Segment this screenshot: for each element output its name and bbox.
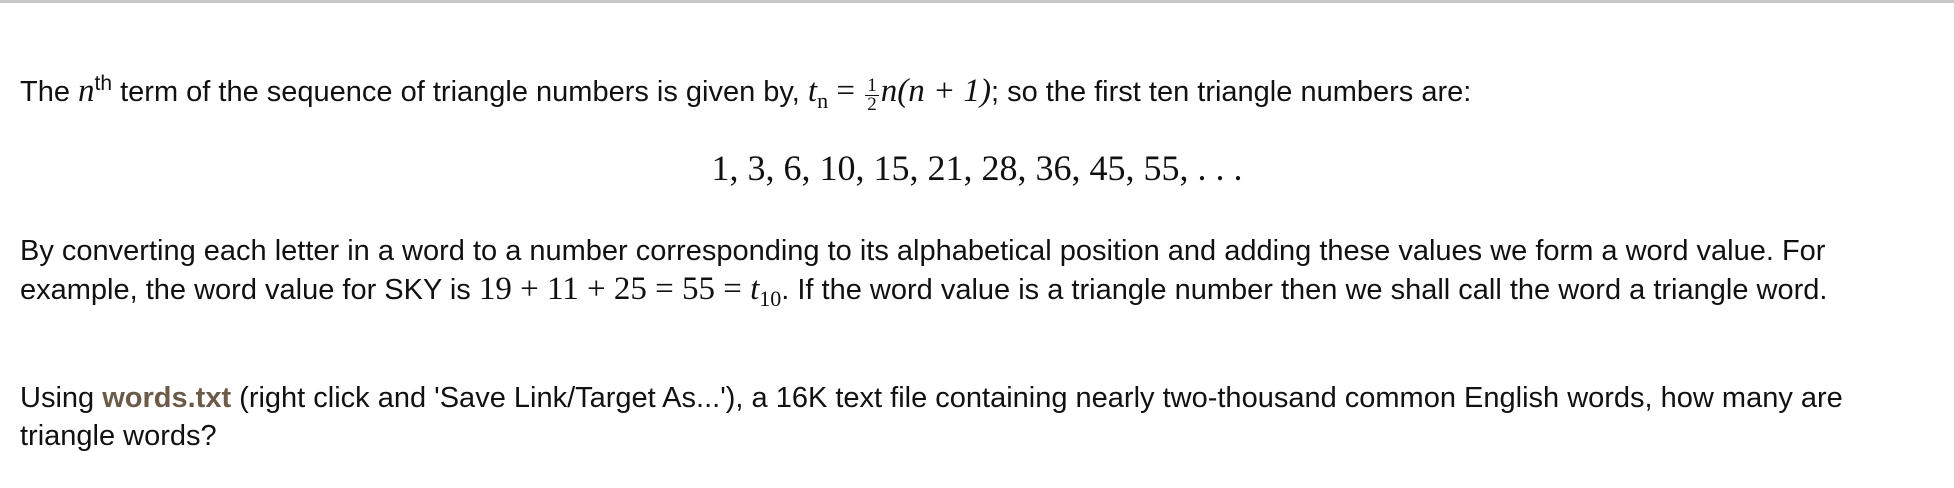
math-sky-sum: 19 + 11 + 25 = 55 =	[478, 271, 751, 307]
math-n: n	[78, 73, 95, 109]
math-subscript-n: n	[817, 88, 829, 113]
word-value-text-end: . If the word value is a triangle number…	[781, 274, 1828, 306]
math-t10: t	[750, 271, 760, 307]
math-formula: n(n + 1)	[880, 73, 991, 109]
question-text: (right click and 'Save Link/Target As...…	[20, 382, 1843, 452]
question-paragraph: Using words.txt (right click and 'Save L…	[20, 379, 1920, 455]
triangle-number-sequence: 1, 3, 6, 10, 15, 21, 28, 36, 45, 55, . .…	[711, 148, 1243, 188]
words-txt-link[interactable]: words.txt	[102, 382, 231, 414]
intro-paragraph: The nth term of the sequence of triangle…	[20, 65, 1934, 120]
math-subscript-10: 10	[759, 286, 782, 311]
fraction-denominator: 2	[867, 94, 877, 115]
math-fraction-half: 12	[865, 76, 879, 115]
intro-the: The	[20, 76, 70, 108]
question-text-start: Using	[20, 382, 103, 414]
intro-text-end: ; so the first ten triangle numbers are:	[990, 76, 1472, 108]
word-value-paragraph: By converting each letter in a word to a…	[20, 232, 1920, 318]
problem-page: The nth term of the sequence of triangle…	[0, 0, 1954, 488]
intro-text: term of the sequence of triangle numbers…	[112, 76, 808, 108]
superscript-th: th	[94, 72, 113, 95]
math-equals: =	[828, 73, 864, 109]
math-t: t	[807, 73, 818, 109]
